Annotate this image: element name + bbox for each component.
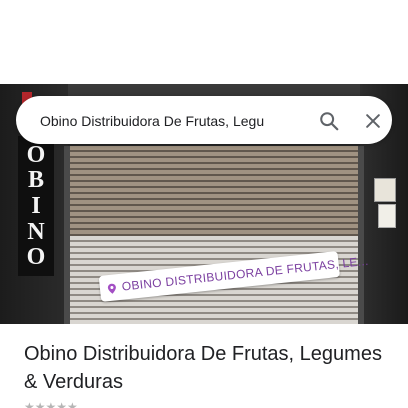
search-input[interactable]: Obino Distribuidora De Frutas, Legu <box>40 110 290 132</box>
posted-notice <box>374 178 396 202</box>
location-pin-icon <box>105 281 118 294</box>
rolling-shutter-upper <box>68 146 360 236</box>
sign-letter: O <box>26 141 46 168</box>
search-icon[interactable] <box>314 106 344 136</box>
search-bar[interactable]: Obino Distribuidora De Frutas, Legu <box>16 96 392 144</box>
sign-letter: B <box>27 167 44 194</box>
store-sign: O B I N O <box>18 136 54 276</box>
posted-notice <box>378 204 396 228</box>
sign-letter: I <box>31 192 41 219</box>
close-icon[interactable] <box>358 106 388 136</box>
rating-stars: ★★★★★ <box>24 401 78 408</box>
place-title: Obino Distribuidora De Frutas, Legumes &… <box>24 343 382 393</box>
sign-letter: N <box>27 218 45 245</box>
sign-letter: O <box>26 244 46 271</box>
door-frame-right <box>358 146 364 324</box>
door-frame-left <box>64 146 70 324</box>
top-blank-area <box>0 0 408 84</box>
